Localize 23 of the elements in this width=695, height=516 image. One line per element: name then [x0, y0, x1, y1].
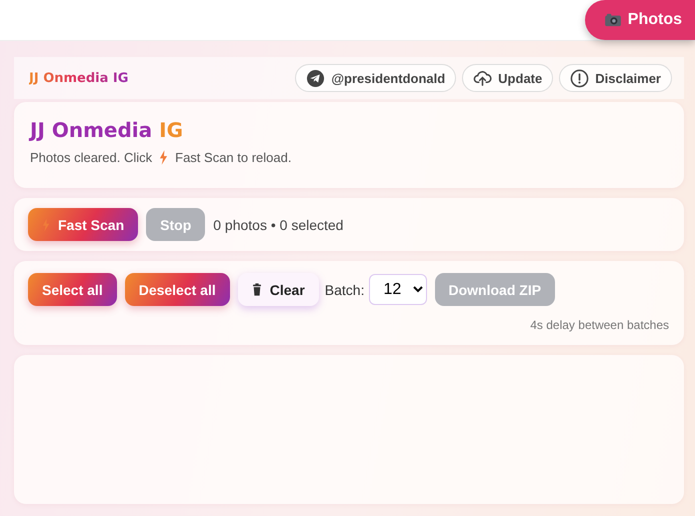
header-link-button[interactable]: Disclaimer	[559, 64, 672, 92]
header-link-button[interactable]: Update	[462, 64, 554, 92]
telegram-icon	[306, 68, 326, 88]
camera-icon	[604, 13, 622, 27]
lightning-icon	[42, 218, 50, 232]
lightning-icon	[159, 150, 168, 165]
page-title: JJ Onmedia IG	[30, 118, 184, 142]
photos-button[interactable]: Photos	[584, 0, 695, 40]
brand-title: JJ Onmedia IG	[29, 70, 128, 86]
batch-select[interactable]: 12	[368, 274, 426, 305]
trash-icon	[252, 283, 262, 296]
delay-note: 4s delay between batches	[529, 318, 669, 332]
photo-count: 0 photos • 0 selected	[213, 216, 344, 232]
header-link-button[interactable]: @presidentdonald	[295, 64, 456, 92]
deselect-all-button[interactable]: Deselect all	[124, 273, 230, 306]
batch-label: Batch:	[324, 282, 364, 298]
cloud-upload-icon	[473, 68, 492, 88]
fast-scan-button[interactable]: Fast Scan	[28, 208, 138, 241]
select-all-button[interactable]: Select all	[28, 273, 117, 306]
clear-button[interactable]: Clear	[238, 273, 319, 306]
status-text: Fast Scan to reload.	[175, 150, 292, 165]
alert-icon	[570, 68, 590, 88]
status-text: Photos cleared. Click	[30, 150, 152, 165]
